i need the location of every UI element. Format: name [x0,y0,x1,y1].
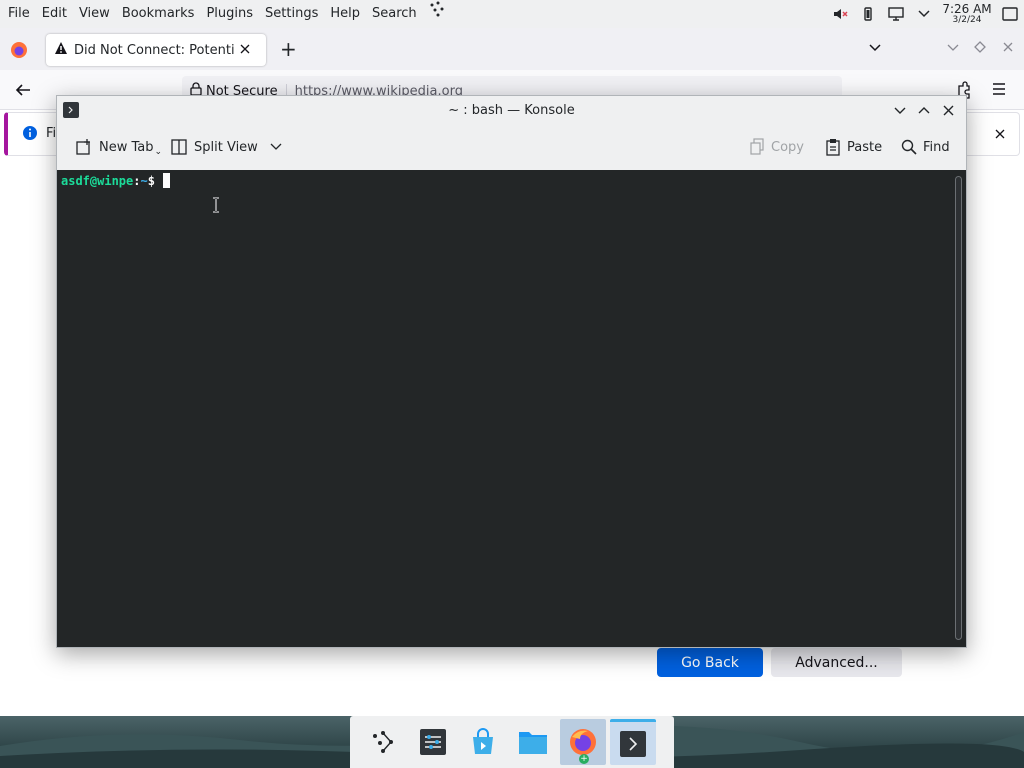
app-menu-icon[interactable] [992,83,1006,99]
paste-icon [825,138,841,156]
list-all-tabs-icon[interactable] [868,42,882,57]
battery-icon[interactable] [854,0,882,28]
konsole-window: ~ : bash — Konsole New Tab ⌄ Split View … [56,95,967,648]
browser-tab-active[interactable]: Did Not Connect: Potential Security Issu… [46,34,266,66]
notification-close-icon[interactable] [995,128,1005,143]
tray-expand-chevron-icon[interactable] [910,0,938,28]
paste-label: Paste [847,139,883,155]
menu-plugins[interactable]: Plugins [200,0,259,28]
dolphin-icon[interactable] [510,719,556,765]
terminal-area[interactable]: asdf@winpe:~$ [57,170,966,647]
copy-icon [749,138,765,156]
paste-button[interactable]: Paste [819,131,888,163]
window-minimize-icon[interactable] [946,42,960,57]
window-maximize-icon[interactable] [974,41,986,57]
system-settings-icon[interactable] [410,719,456,765]
back-arrow-icon[interactable] [14,82,32,102]
firefox-icon[interactable]: + [560,719,606,765]
clock-date: 3/2/24 [952,15,982,25]
split-view-icon [170,138,188,156]
kde-connect-icon[interactable] [423,0,451,28]
advanced-button[interactable]: Advanced... [771,648,902,677]
konsole-minimize-icon[interactable] [888,100,912,120]
menu-help[interactable]: Help [324,0,366,28]
new-tab-label: New Tab [99,139,154,155]
show-desktop-icon[interactable] [996,0,1024,28]
konsole-close-icon[interactable] [936,100,960,120]
discover-icon[interactable] [460,719,506,765]
info-icon [22,125,38,145]
system-tray: 7:26 AM 3/2/24 [826,0,1024,28]
clock-time: 7:26 AM [942,2,992,16]
split-view-dropdown-icon[interactable] [270,143,282,151]
konsole-app-icon[interactable] [63,102,79,118]
menu-bookmarks[interactable]: Bookmarks [116,0,201,28]
new-tab-button[interactable]: New Tab ⌄ [69,131,168,163]
prompt-user-host: asdf@winpe [61,174,134,188]
close-tab-icon[interactable] [240,43,250,58]
konsole-icon[interactable] [610,719,656,765]
split-view-button[interactable]: Split View [164,131,288,163]
copy-button[interactable]: Copy [743,131,810,163]
volume-muted-icon[interactable] [826,0,854,28]
split-view-label: Split View [194,139,258,155]
kde-launcher-icon[interactable] [360,719,406,765]
menu-file[interactable]: File [0,0,36,28]
menu-settings[interactable]: Settings [259,0,324,28]
new-tab-icon [75,138,93,156]
prompt-sign: $ [147,174,155,188]
notification-text: Fi [46,126,57,141]
konsole-window-title: ~ : bash — Konsole [448,102,575,118]
find-label: Find [923,139,950,155]
menu-edit[interactable]: Edit [36,0,73,28]
menu-view[interactable]: View [73,0,116,28]
mouse-ibeam-icon [212,197,220,217]
taskbar-dock: + [350,716,674,768]
copy-label: Copy [771,139,804,155]
search-icon [901,139,917,155]
text-cursor [162,173,170,188]
terminal-scrollbar[interactable] [955,176,962,640]
konsole-titlebar[interactable]: ~ : bash — Konsole [57,96,966,124]
go-back-button[interactable]: Go Back [657,648,763,677]
new-instance-badge-icon: + [579,754,589,764]
warning-icon [54,41,68,59]
konsole-toolbar: New Tab ⌄ Split View Copy Paste Find [57,124,966,170]
find-button[interactable]: Find [895,131,956,163]
prompt-path: ~ [140,174,148,188]
tab-title: Did Not Connect: Potential Security Issu… [74,42,234,58]
network-icon[interactable] [882,0,910,28]
firefox-menu-icon[interactable] [10,41,28,63]
window-close-icon[interactable] [1002,41,1014,57]
shell-prompt: asdf@winpe:~$ [61,173,170,189]
konsole-maximize-icon[interactable] [912,100,936,120]
menu-search[interactable]: Search [366,0,423,28]
new-tab-button[interactable]: + [280,39,297,59]
digital-clock[interactable]: 7:26 AM 3/2/24 [938,3,996,25]
new-tab-dropdown-icon[interactable]: ⌄ [155,147,163,157]
